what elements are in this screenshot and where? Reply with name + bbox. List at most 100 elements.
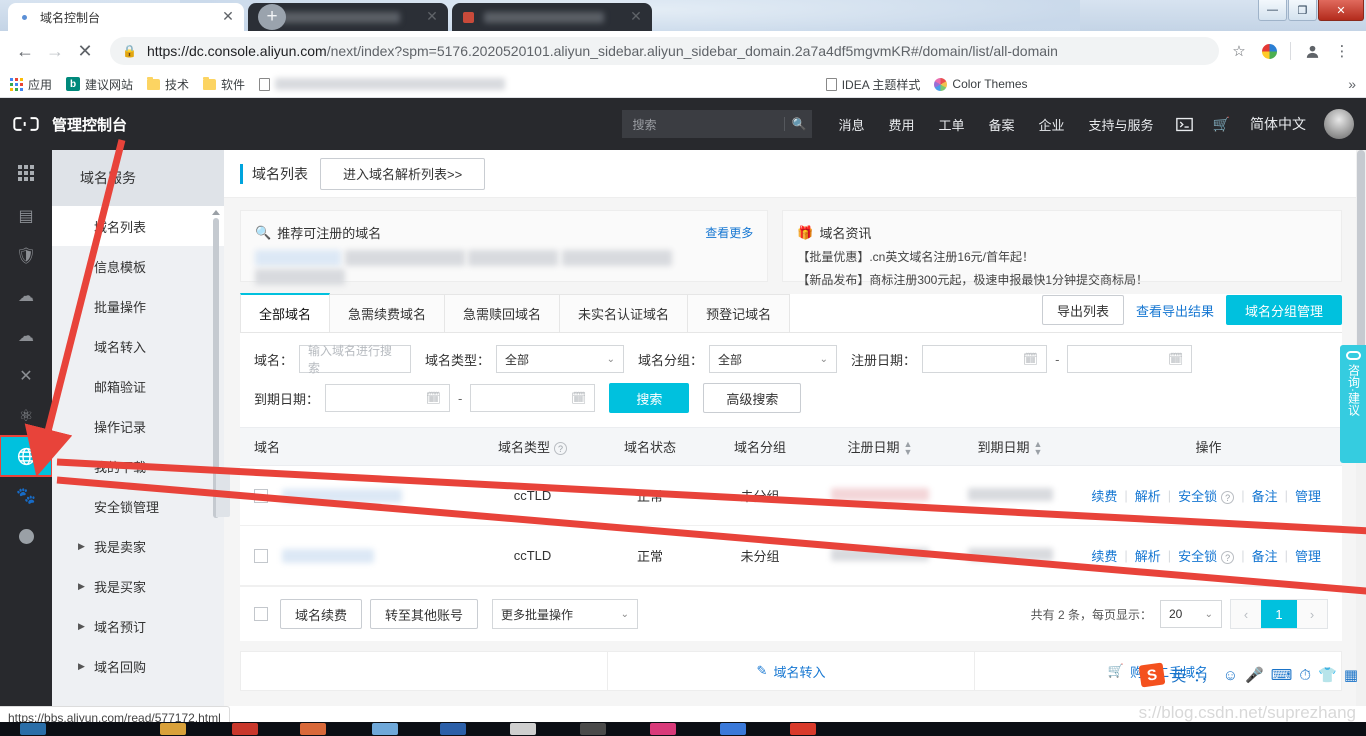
tab-urgent-redeem[interactable]: 急需赎回域名: [445, 294, 560, 332]
op-resolve-link[interactable]: 解析: [1128, 486, 1168, 505]
search-icon[interactable]: 🔍: [784, 117, 807, 131]
idm-extension-icon[interactable]: [1255, 37, 1283, 65]
op-resolve-link[interactable]: 解析: [1128, 546, 1168, 565]
sidebar-item-i-am-buyer[interactable]: ▶我是买家: [52, 566, 224, 606]
back-button[interactable]: ←: [10, 36, 40, 66]
avatar[interactable]: [1324, 109, 1354, 139]
advanced-search-button[interactable]: 高级搜索: [703, 383, 801, 413]
rail-item-domain[interactable]: [0, 436, 52, 476]
ime-skin-icon[interactable]: 👕: [1318, 666, 1337, 684]
op-security-lock-link[interactable]: 安全锁?: [1171, 486, 1241, 505]
sidebar-item-my-downloads[interactable]: 我的下载: [52, 446, 224, 486]
rail-item-server[interactable]: ▤: [0, 196, 52, 236]
window-maximize-button[interactable]: ❐: [1288, 0, 1317, 21]
rail-item-cloud-db[interactable]: ☁: [0, 316, 52, 356]
pager-page-1[interactable]: 1: [1261, 600, 1297, 628]
rail-item-cloud[interactable]: ☁: [0, 276, 52, 316]
sort-icon[interactable]: ▲▼: [1034, 440, 1043, 456]
enter-resolve-list-button[interactable]: 进入域名解析列表>>: [320, 158, 485, 190]
op-manage-link[interactable]: 管理: [1288, 546, 1328, 565]
browser-tab-active[interactable]: 域名控制台 ✕: [8, 3, 244, 31]
op-security-lock-link[interactable]: 安全锁?: [1171, 546, 1241, 565]
bookmark-star-icon[interactable]: ☆: [1225, 37, 1253, 65]
news-line-1[interactable]: 【批量优惠】.cn英文域名注册16元/首年起！: [797, 249, 1327, 265]
column-reg-date[interactable]: 注册日期▲▼: [815, 428, 945, 466]
view-export-result-link[interactable]: 查看导出结果: [1136, 301, 1214, 320]
pager-prev-button[interactable]: ‹: [1231, 600, 1261, 628]
cart-icon[interactable]: 🛒: [1203, 116, 1240, 133]
domain-search-input[interactable]: 输入域名进行搜索: [299, 345, 411, 373]
aliyun-logo-icon[interactable]: [0, 116, 52, 132]
question-icon[interactable]: ?: [554, 442, 567, 455]
op-renew-link[interactable]: 续费: [1084, 546, 1124, 565]
language-selector[interactable]: 简体中文: [1240, 114, 1316, 134]
window-minimize-button[interactable]: —: [1258, 0, 1287, 21]
window-close-button[interactable]: ✕: [1318, 0, 1364, 21]
ime-timer-icon[interactable]: ⏱: [1299, 667, 1311, 684]
bookmark-folder-tech[interactable]: 技术: [147, 76, 189, 93]
new-tab-button[interactable]: +: [258, 4, 286, 30]
question-icon[interactable]: ?: [1221, 491, 1234, 504]
domain-group-manage-button[interactable]: 域名分组管理: [1226, 295, 1342, 325]
bookmark-suggested-sites[interactable]: b 建议网站: [66, 76, 133, 93]
question-icon[interactable]: ?: [1221, 551, 1234, 564]
rail-item-analytics[interactable]: 🐾: [0, 476, 52, 516]
batch-renew-button[interactable]: 域名续费: [280, 599, 362, 629]
forward-button[interactable]: →: [40, 36, 70, 66]
sidebar-item-batch-ops[interactable]: 批量操作: [52, 286, 224, 326]
rail-item-cdn[interactable]: ⚛: [0, 396, 52, 436]
chrome-menu-icon[interactable]: ⋮: [1328, 37, 1356, 65]
stop-button[interactable]: ✕: [70, 36, 100, 66]
bookmark-idea-theme[interactable]: IDEA 主题样式: [826, 76, 921, 93]
tab-close-icon[interactable]: ✕: [220, 9, 236, 25]
console-search-input[interactable]: 搜索 🔍: [622, 110, 812, 138]
scroll-up-arrow-icon[interactable]: [212, 210, 220, 215]
domain-group-select[interactable]: 全部 ⌄: [709, 345, 837, 373]
view-more-link[interactable]: 查看更多: [705, 224, 753, 241]
news-line-2[interactable]: 【新品发布】商标注册300元起，极速申报最快1分钟提交商标局！: [797, 272, 1327, 288]
rail-item-all-products[interactable]: [0, 150, 52, 196]
quick-link-1[interactable]: [241, 652, 608, 690]
bookmark-blank[interactable]: [259, 78, 505, 91]
bookmark-folder-software[interactable]: 软件: [203, 76, 245, 93]
sidebar-item-domain-transfer-in[interactable]: 域名转入: [52, 326, 224, 366]
ime-emoji-icon[interactable]: ☺: [1223, 667, 1238, 684]
sidebar-item-operation-log[interactable]: 操作记录: [52, 406, 224, 446]
reg-date-to-input[interactable]: 🗓: [1067, 345, 1192, 373]
domain-type-select[interactable]: 全部 ⌄: [496, 345, 624, 373]
transfer-account-button[interactable]: 转至其他账号: [370, 599, 478, 629]
op-remark-link[interactable]: 备注: [1245, 486, 1285, 505]
nav-item-messages[interactable]: 消息: [826, 115, 876, 134]
bookmark-apps[interactable]: 应用: [10, 76, 52, 93]
quick-link-domain-transfer-in[interactable]: ✎ 域名转入: [608, 652, 975, 690]
op-manage-link[interactable]: 管理: [1288, 486, 1328, 505]
tab-close-icon[interactable]: ✕: [628, 9, 644, 25]
tab-all-domains[interactable]: 全部域名: [240, 293, 330, 332]
tab-pre-register[interactable]: 预登记域名: [688, 294, 790, 332]
profile-icon[interactable]: [1298, 37, 1326, 65]
ime-keyboard-icon[interactable]: ⌨: [1271, 666, 1293, 684]
sidebar-item-domain-backorder[interactable]: ▶域名预订: [52, 606, 224, 646]
select-all-checkbox[interactable]: [254, 607, 268, 621]
nav-item-tickets[interactable]: 工单: [927, 115, 977, 134]
sidebar-item-domain-buyback[interactable]: ▶域名回购: [52, 646, 224, 686]
search-button[interactable]: 搜索: [609, 383, 689, 413]
op-renew-link[interactable]: 续费: [1084, 486, 1124, 505]
exp-date-from-input[interactable]: 🗓: [325, 384, 450, 412]
export-list-button[interactable]: 导出列表: [1042, 295, 1124, 325]
ime-toolbox-icon[interactable]: ▦: [1344, 666, 1358, 684]
more-batch-ops-select[interactable]: 更多批量操作 ⌄: [492, 599, 638, 629]
ime-punctuation-icon[interactable]: ：，: [1193, 665, 1216, 686]
row-checkbox[interactable]: [254, 489, 268, 503]
bookmarks-overflow-icon[interactable]: »: [1348, 76, 1356, 92]
page-size-select[interactable]: 20 ⌄: [1160, 600, 1222, 628]
bookmark-color-themes[interactable]: Color Themes: [934, 77, 1027, 91]
op-remark-link[interactable]: 备注: [1245, 546, 1285, 565]
page-scroll-thumb[interactable]: [1357, 150, 1365, 360]
browser-tab-3[interactable]: ✕: [452, 3, 652, 31]
sidebar-item-security-lock[interactable]: 安全锁管理: [52, 486, 224, 526]
sidebar-item-i-am-seller[interactable]: ▶我是卖家: [52, 526, 224, 566]
rail-item-network[interactable]: ✕: [0, 356, 52, 396]
sort-icon[interactable]: ▲▼: [904, 440, 913, 456]
sogou-icon[interactable]: S: [1139, 662, 1166, 687]
